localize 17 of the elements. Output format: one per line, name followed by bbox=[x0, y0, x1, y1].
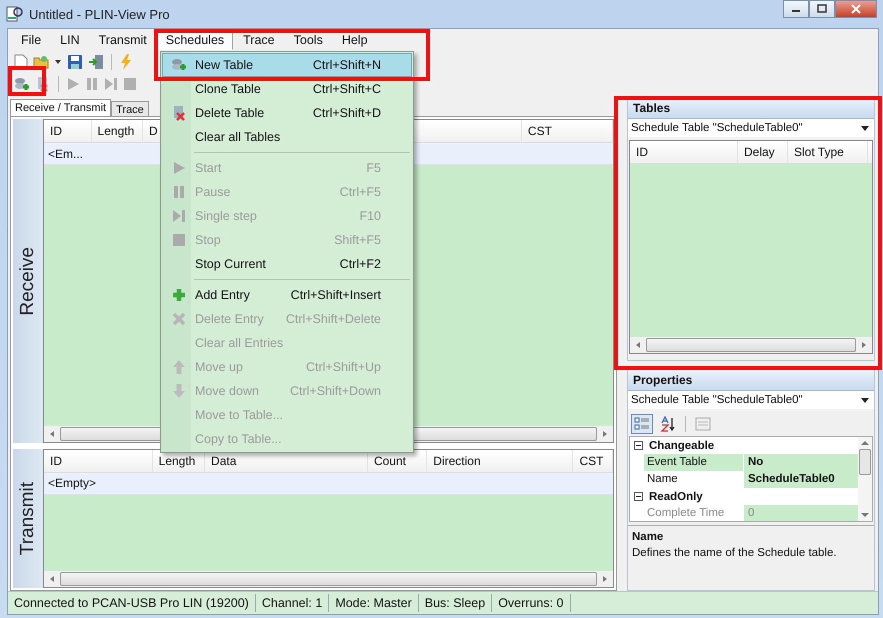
status-text: Connected to PCAN-USB Pro LIN (19200) bbox=[8, 594, 256, 612]
status-text: Bus: Sleep bbox=[418, 594, 492, 612]
status-text: Channel: 1 bbox=[256, 594, 330, 612]
table-cell: <Em... bbox=[48, 146, 84, 160]
property-category: Changeable bbox=[649, 440, 714, 452]
status-text: Mode: Master bbox=[329, 594, 419, 612]
description-text: Defines the name of the Schedule table. bbox=[632, 547, 838, 559]
window-title: Untitled - PLIN-View Pro bbox=[29, 6, 170, 22]
side-panel-label: Transmit bbox=[13, 448, 43, 588]
panel-header: Properties bbox=[628, 370, 874, 391]
property-category: ReadOnly bbox=[649, 490, 703, 502]
status-text: Overruns: 0 bbox=[492, 594, 571, 612]
description-title: Name bbox=[632, 531, 664, 543]
side-panel-label: Receive bbox=[13, 119, 43, 443]
table-cell: <Empty> bbox=[48, 476, 96, 490]
property-name: Event Table bbox=[644, 454, 744, 471]
panel-header: Tables bbox=[628, 98, 874, 119]
